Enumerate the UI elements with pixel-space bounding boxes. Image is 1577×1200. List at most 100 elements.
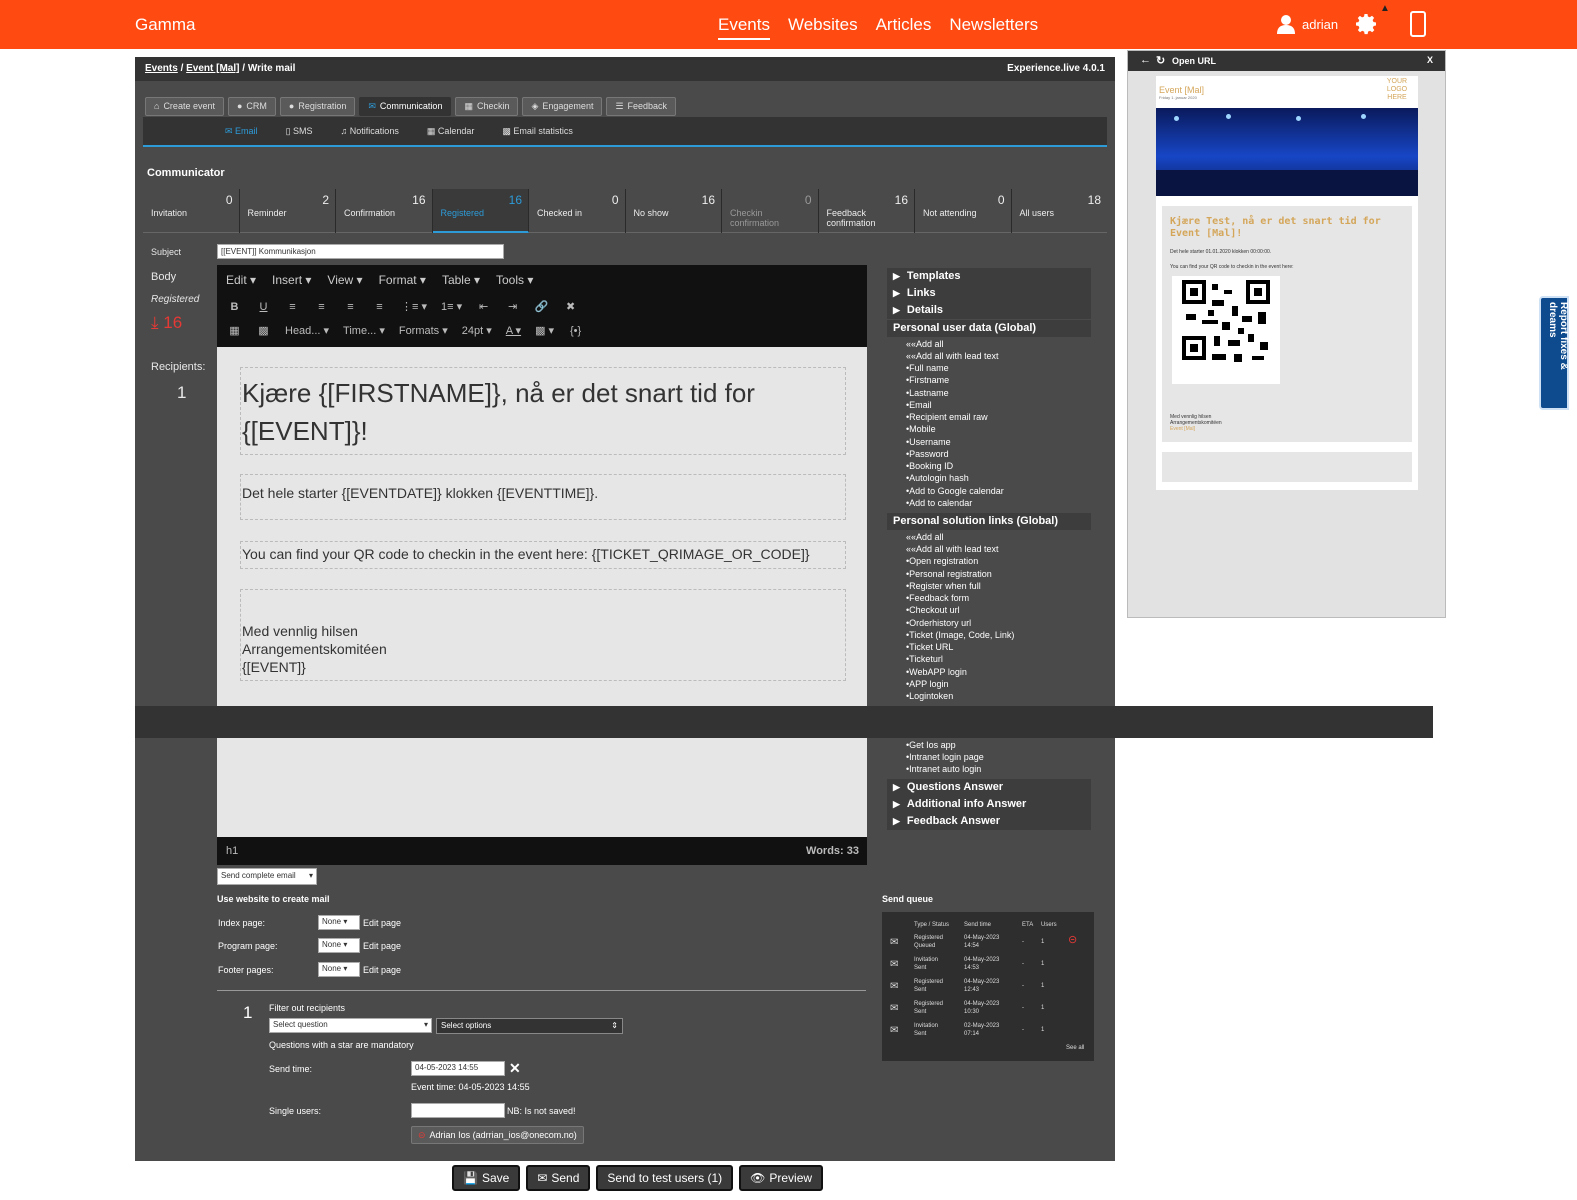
mobile-preview-icon[interactable] (1410, 11, 1426, 37)
refresh-icon[interactable]: ↻ (1156, 54, 1165, 67)
tab-crm[interactable]: ● CRM (227, 97, 276, 116)
placeholder-item[interactable]: Feedback form (906, 592, 969, 604)
send-time-input[interactable]: 04-05-2023 14:55 (411, 1061, 505, 1076)
placeholder-item[interactable]: APP login (906, 678, 948, 690)
subtab-email[interactable]: ✉ Email (225, 126, 258, 137)
subtab-notifications[interactable]: ♫ Notifications (341, 126, 399, 136)
section-personal-user-data[interactable]: Personal user data (Global) (887, 320, 1091, 337)
group-no-show[interactable]: 16 No show (626, 189, 722, 233)
placeholder-item[interactable]: Add all (906, 338, 944, 350)
placeholder-item[interactable]: Ticket (Image, Code, Link) (906, 629, 1014, 641)
align-left-icon[interactable]: ≡ (285, 301, 300, 313)
section-details[interactable]: Details (887, 302, 1091, 319)
send-to-test-users-button[interactable]: Send to test users (1) (596, 1165, 734, 1191)
queue-row[interactable]: ✉ Registered Sent 04-May-2023 10:30 - 1 (882, 1001, 1094, 1023)
placeholder-item[interactable]: Personal registration (906, 568, 992, 580)
menu-view[interactable]: View ▾ (327, 273, 362, 287)
group-feedback-confirmation[interactable]: 16 Feedback confirmation (819, 189, 915, 233)
underline-icon[interactable]: U (256, 301, 271, 313)
see-all-link[interactable]: See all (1066, 1045, 1084, 1051)
group-reminder[interactable]: 2 Reminder (240, 189, 336, 233)
menu-format[interactable]: Format ▾ (379, 273, 426, 287)
edit-index-page-link[interactable]: Edit page (363, 918, 401, 928)
code-icon[interactable]: {•} (568, 325, 583, 337)
placeholder-item[interactable]: Checkout url (906, 604, 960, 616)
formats-select[interactable]: Formats ▾ (399, 324, 448, 337)
font-family-select[interactable]: Time... ▾ (343, 324, 385, 337)
menu-insert[interactable]: Insert ▾ (272, 273, 311, 287)
menu-tools[interactable]: Tools ▾ (496, 273, 533, 287)
placeholder-item[interactable]: Add all with lead text (906, 543, 999, 555)
open-url-label[interactable]: Open URL (1172, 56, 1216, 66)
user-menu[interactable]: adrian (1276, 14, 1338, 34)
placeholder-item[interactable]: Open registration (906, 555, 978, 567)
placeholder-item[interactable]: Add to calendar (906, 497, 972, 509)
font-size-select[interactable]: 24pt ▾ (462, 324, 492, 337)
bullet-list-icon[interactable]: ⋮≡ ▾ (401, 300, 427, 313)
cancel-queue-icon[interactable]: ⊝ (1068, 935, 1077, 946)
unlink-icon[interactable]: ✖ (563, 300, 578, 313)
menu-table[interactable]: Table ▾ (442, 273, 480, 287)
placeholder-item[interactable]: Password (906, 448, 949, 460)
program-page-select[interactable]: None ▾ (318, 938, 360, 953)
group-confirmation[interactable]: 16 Confirmation (336, 189, 433, 233)
email-paragraph-start[interactable]: Det hele starter {[EVENTDATE]} klokken {… (240, 474, 846, 520)
placeholder-item[interactable]: Email (906, 399, 932, 411)
group-checked-in[interactable]: 0 Checked in (529, 189, 626, 233)
close-icon[interactable]: X (1427, 55, 1433, 65)
preview-button[interactable]: 👁 Preview (739, 1165, 824, 1191)
placeholder-item[interactable]: WebAPP login (906, 666, 967, 678)
breadcrumb-event-link[interactable]: Event [Mal] (186, 63, 239, 74)
placeholder-item[interactable]: Get Ios app (906, 739, 956, 751)
group-registered[interactable]: 16 Registered (432, 189, 529, 233)
group-not-attending[interactable]: 0 Not attending (915, 189, 1012, 233)
edit-program-page-link[interactable]: Edit page (363, 941, 401, 951)
subtab-sms[interactable]: ▯ SMS (286, 126, 313, 137)
settings-gear-icon[interactable] (1355, 12, 1379, 36)
placeholder-item[interactable]: Intranet auto login (906, 763, 981, 775)
section-personal-solution-links[interactable]: Personal solution links (Global) (887, 513, 1091, 530)
placeholder-item[interactable]: Firstname (906, 374, 949, 386)
single-users-input[interactable] (411, 1103, 505, 1118)
queue-row[interactable]: ✉ Registered Sent 04-May-2023 12:43 - 1 (882, 979, 1094, 1001)
queue-row[interactable]: ✉ Registered Queued 04-May-2023 14:54 - 1 … (882, 935, 1094, 957)
align-justify-icon[interactable]: ≡ (372, 301, 387, 313)
send-mode-select[interactable]: Send complete email ▾ (217, 868, 317, 885)
outdent-icon[interactable]: ⇤ (476, 300, 491, 313)
section-additional-info-answer[interactable]: Additional info Answer (887, 796, 1091, 813)
tab-checkin[interactable]: ▦ Checkin (455, 97, 519, 116)
placeholder-item[interactable]: Full name (906, 362, 949, 374)
placeholder-item[interactable]: Lastname (906, 387, 949, 399)
tab-engagement[interactable]: ◈ Engagement (522, 97, 603, 116)
section-links[interactable]: Links (887, 285, 1091, 302)
heading-select[interactable]: Head... ▾ (285, 324, 329, 337)
save-button[interactable]: 💾 Save (452, 1165, 521, 1191)
breadcrumb-events-link[interactable]: Events (145, 63, 178, 74)
tab-registration[interactable]: ● Registration (279, 97, 356, 116)
editor-content[interactable]: Kjære {[FIRSTNAME]}, nå er det snart tid… (217, 347, 867, 701)
tab-create-event[interactable]: ⌂ Create event (145, 97, 224, 116)
placeholder-item[interactable]: Register when full (906, 580, 981, 592)
subject-input[interactable]: [[EVENT]] Kommunikasjon (217, 244, 504, 259)
email-paragraph-qr[interactable]: You can find your QR code to checkin in … (240, 541, 846, 569)
nav-events[interactable]: Events (718, 15, 770, 40)
align-center-icon[interactable]: ≡ (314, 301, 329, 313)
placeholder-item[interactable]: Intranet login page (906, 751, 984, 763)
placeholder-item[interactable]: Autologin hash (906, 472, 969, 484)
placeholder-item[interactable]: Recipient email raw (906, 411, 988, 423)
bold-icon[interactable]: B (227, 301, 242, 313)
placeholder-item[interactable]: Logintoken (906, 690, 953, 702)
image-icon[interactable]: ▩ (256, 324, 271, 337)
placeholder-item[interactable]: Ticket URL (906, 641, 953, 653)
group-invitation[interactable]: 0 Invitation (143, 189, 240, 233)
align-right-icon[interactable]: ≡ (343, 301, 358, 313)
placeholder-item[interactable]: Ticketurl (906, 653, 943, 665)
section-feedback-answer[interactable]: Feedback Answer (887, 813, 1091, 830)
placeholder-item[interactable]: Orderhistory url (906, 617, 971, 629)
background-color-icon[interactable]: ▩ ▾ (535, 324, 554, 337)
subtab-email-statistics[interactable]: ▩ Email statistics (502, 126, 573, 137)
placeholder-item[interactable]: Username (906, 436, 951, 448)
remove-user-icon[interactable]: ⊝ (418, 1130, 426, 1141)
menu-edit[interactable]: Edit ▾ (226, 273, 256, 287)
email-heading[interactable]: Kjære {[FIRSTNAME]}, nå er det snart tid… (240, 367, 846, 455)
